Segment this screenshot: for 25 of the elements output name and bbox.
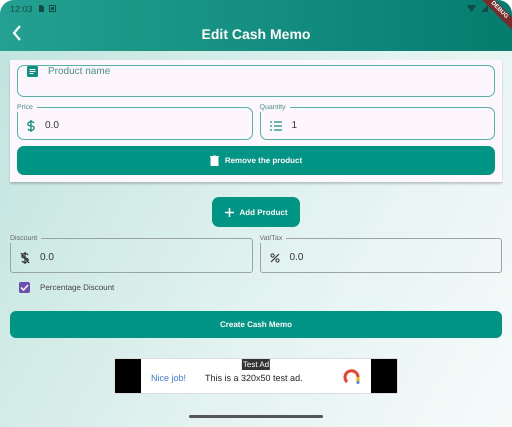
remove-product-button[interactable]: Remove the product bbox=[17, 146, 495, 175]
dollar-icon bbox=[27, 120, 35, 132]
document-icon bbox=[27, 66, 38, 77]
ad-banner[interactable]: Test Ad Nice job! This is a 320x50 test ad. bbox=[114, 358, 398, 394]
status-time: 12:03 bbox=[10, 4, 33, 14]
create-cash-memo-button[interactable]: Create Cash Memo bbox=[10, 311, 502, 338]
wifi-icon bbox=[467, 5, 476, 12]
product-name-field[interactable]: Product name bbox=[17, 65, 495, 97]
signal-icon bbox=[481, 5, 488, 12]
ad-text: This is a 320x50 test ad. bbox=[205, 372, 304, 382]
trash-icon bbox=[210, 155, 219, 166]
plus-icon bbox=[224, 208, 234, 216]
ad-logo-icon bbox=[343, 367, 361, 385]
list-icon bbox=[270, 120, 282, 130]
percentage-discount-label: Percentage Discount bbox=[40, 283, 114, 292]
add-product-button[interactable]: Add Product bbox=[212, 197, 300, 227]
back-icon[interactable] bbox=[12, 25, 22, 41]
notification-icon bbox=[48, 5, 56, 12]
app-bar-title: Edit Cash Memo bbox=[202, 26, 310, 42]
percent-icon bbox=[270, 252, 280, 262]
no-dollar-icon bbox=[20, 252, 30, 264]
ad-headline: Nice job! bbox=[151, 372, 186, 382]
test-ad-badge: Test Ad bbox=[242, 359, 270, 370]
percentage-discount-checkbox[interactable] bbox=[19, 282, 30, 293]
sim-card-icon bbox=[38, 5, 44, 12]
